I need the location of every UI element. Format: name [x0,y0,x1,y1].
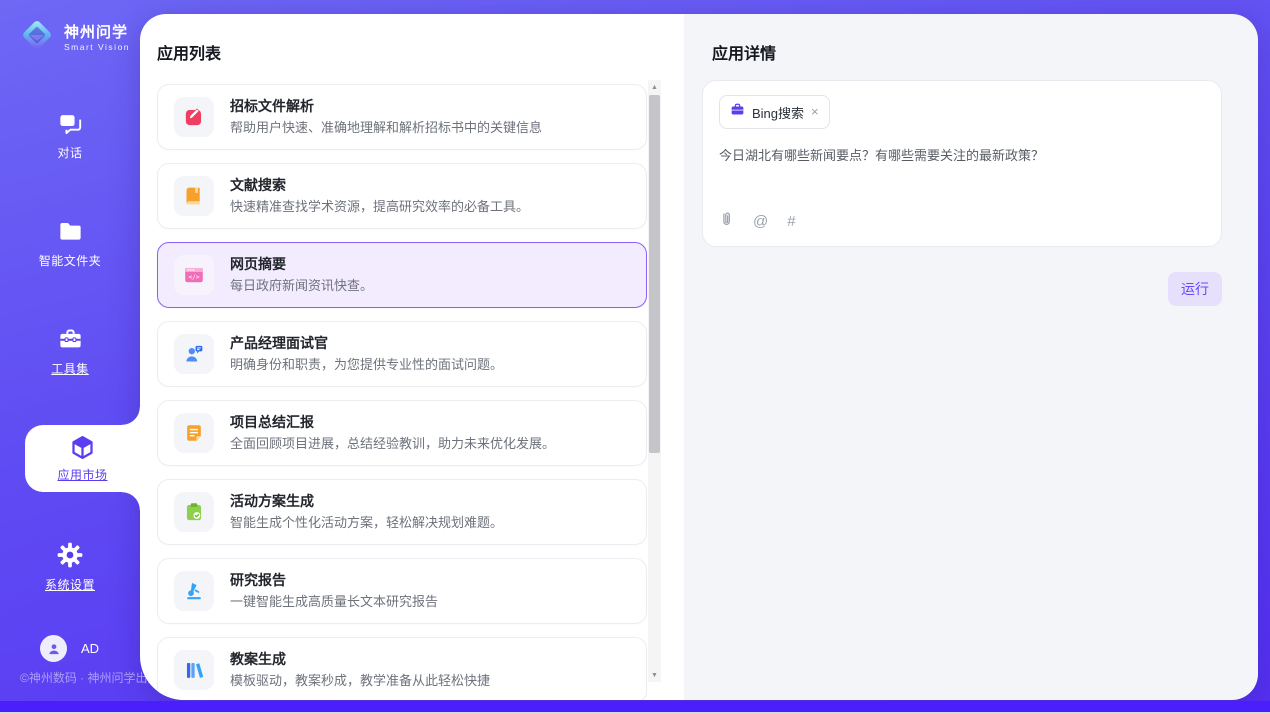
books-icon [174,650,214,690]
app-card-desc: 明确身份和职责，为您提供专业性的面试问题。 [230,356,503,374]
edit-square-icon [174,97,214,137]
app-card-title: 项目总结汇报 [230,413,555,432]
tool-tag-bing-search[interactable]: Bing搜索 × [719,95,830,129]
brand-name: 神州问学 [64,24,130,42]
scrollbar-thumb[interactable] [649,95,660,453]
briefcase-icon [730,102,745,122]
sidebar-item-smart-folder[interactable]: 智能文件夹 [0,218,140,269]
book-icon [174,176,214,216]
chat-icon [0,110,140,137]
interviewer-icon [174,334,214,374]
browser-code-icon: </> [174,255,214,295]
main-container: 应用列表 招标文件解析 帮助用户快速、准确地理解和解析招标书中的关键信息 [140,14,1258,700]
app-card-tender-parse[interactable]: 招标文件解析 帮助用户快速、准确地理解和解析招标书中的关键信息 [157,84,647,150]
gear-icon [0,541,140,569]
app-card-title: 文献搜索 [230,176,529,195]
toolbox-icon [0,326,140,353]
app-card-title: 产品经理面试官 [230,334,503,353]
sidebar-item-label: 应用市场 [57,466,107,483]
app-card-desc: 每日政府新闻资讯快查。 [230,277,373,295]
app-detail-title: 应用详情 [712,40,1258,64]
close-icon[interactable]: × [811,107,819,117]
sidebar-item-label: 工具集 [0,360,140,377]
sidebar: 神州问学 Smart Vision 对话 智能文件夹 [0,0,140,700]
app-card-desc: 帮助用户快速、准确地理解和解析招标书中的关键信息 [230,119,542,137]
brand-tagline: Smart Vision [64,42,130,52]
avatar [40,635,67,662]
attachment-toolbar: @ # [719,210,1205,234]
scroll-up-icon[interactable]: ▲ [648,80,661,94]
svg-text:</>: </> [188,274,199,281]
report-note-icon [174,413,214,453]
app-card-desc: 智能生成个性化活动方案，轻松解决规划难题。 [230,514,503,532]
app-card-research-report[interactable]: 研究报告 一键智能生成高质量长文本研究报告 [157,558,647,624]
sidebar-item-chat[interactable]: 对话 [0,110,140,161]
scroll-down-icon[interactable]: ▼ [648,668,661,682]
app-card-event-plan[interactable]: 活动方案生成 智能生成个性化活动方案，轻松解决规划难题。 [157,479,647,545]
sidebar-item-label: 对话 [0,144,140,161]
app-card-pm-interviewer[interactable]: 产品经理面试官 明确身份和职责，为您提供专业性的面试问题。 [157,321,647,387]
sidebar-item-label: 系统设置 [0,576,140,593]
sidebar-item-toolset[interactable]: 工具集 [0,326,140,377]
app-card-title: 招标文件解析 [230,97,542,116]
app-card-desc: 一键智能生成高质量长文本研究报告 [230,593,438,611]
app-card-desc: 全面回顾项目进展，总结经验教训，助力未来优化发展。 [230,435,555,453]
prompt-card[interactable]: Bing搜索 × 今日湖北有哪些新闻要点？有哪些需要关注的最新政策？ @ # [702,80,1222,247]
sidebar-item-label: 智能文件夹 [0,252,140,269]
folder-icon [0,218,140,245]
app-list: 招标文件解析 帮助用户快速、准确地理解和解析招标书中的关键信息 文献搜索 快速精… [157,84,684,700]
app-card-title: 研究报告 [230,571,438,590]
app-list-scrollbar[interactable]: ▲ ▼ [648,80,661,682]
app-list-title: 应用列表 [157,40,684,64]
app-detail-panel: 应用详情 Bing搜索 × 今日湖北有哪些新闻要点？有哪些需要关注的最新政策？ [684,14,1258,700]
app-card-title: 教案生成 [230,650,490,669]
sidebar-item-app-market[interactable]: 应用市场 [25,425,140,492]
tool-tag-label: Bing搜索 [752,103,804,122]
app-card-web-summary[interactable]: </> 网页摘要 每日政府新闻资讯快查。 [157,242,647,308]
app-card-title: 活动方案生成 [230,492,503,511]
mention-icon[interactable]: @ [753,213,768,230]
cube-icon [69,434,96,461]
microscope-icon [174,571,214,611]
app-list-panel: 应用列表 招标文件解析 帮助用户快速、准确地理解和解析招标书中的关键信息 [140,14,684,700]
app-card-project-summary[interactable]: 项目总结汇报 全面回顾项目进展，总结经验教训，助力未来优化发展。 [157,400,647,466]
copyright-text: ©神州数码 · 神州问学出品 [20,669,160,686]
sidebar-item-settings[interactable]: 系统设置 [0,541,140,593]
app-card-desc: 模板驱动，教案秒成，教学准备从此轻松快捷 [230,672,490,690]
clipboard-check-icon [174,492,214,532]
query-text[interactable]: 今日湖北有哪些新闻要点？有哪些需要关注的最新政策？ [719,146,1205,165]
hash-icon[interactable]: # [787,213,795,230]
app-card-lesson-plan[interactable]: 教案生成 模板驱动，教案秒成，教学准备从此轻松快捷 [157,637,647,700]
paperclip-icon[interactable] [719,210,734,232]
bottom-bar [0,701,1270,712]
app-card-title: 网页摘要 [230,255,373,274]
gem-logo-icon [18,16,56,59]
brand-logo: 神州问学 Smart Vision [0,0,140,59]
app-card-literature-search[interactable]: 文献搜索 快速精准查找学术资源，提高研究效率的必备工具。 [157,163,647,229]
run-button[interactable]: 运行 [1168,272,1222,306]
app-card-desc: 快速精准查找学术资源，提高研究效率的必备工具。 [230,198,529,216]
user-initials: AD [81,641,99,656]
user-account[interactable]: AD [40,635,99,662]
